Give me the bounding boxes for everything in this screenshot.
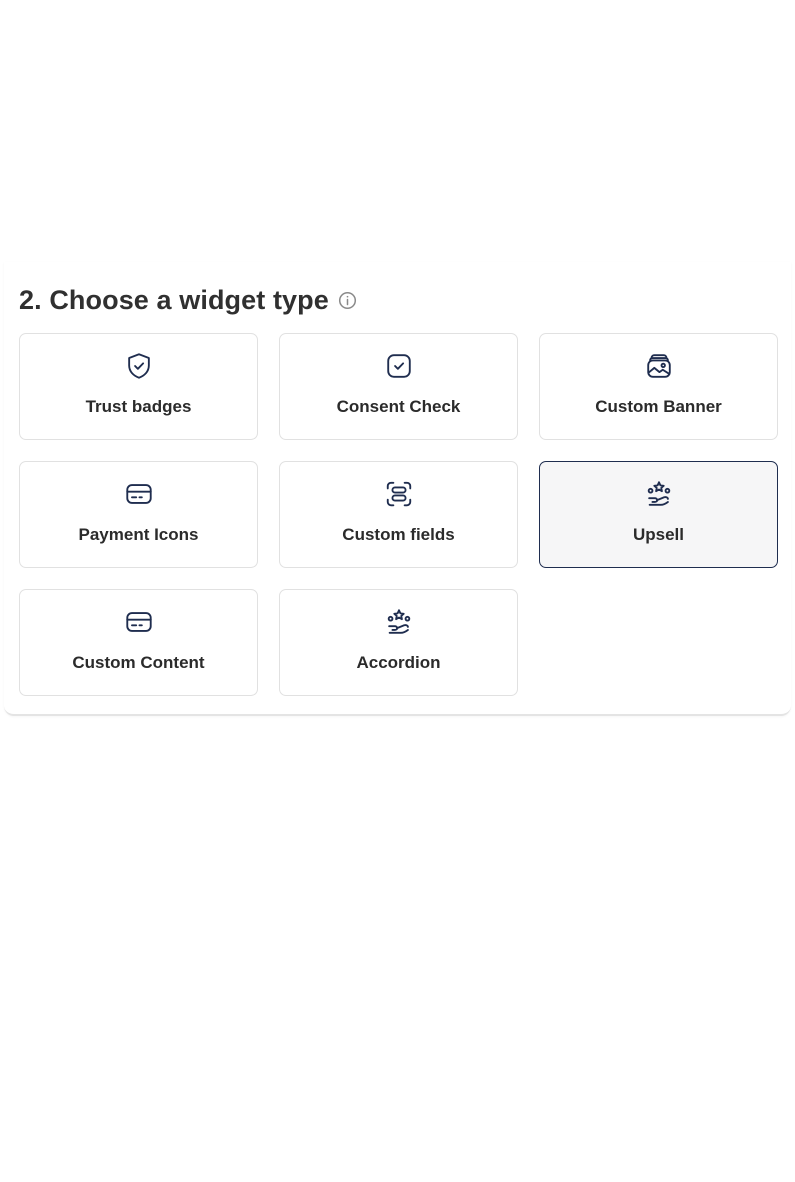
wallet-image-icon — [643, 350, 675, 382]
widget-card-label: Trust badges — [85, 397, 192, 416]
widget-card-label: Custom Banner — [595, 397, 722, 416]
widget-card-label: Upsell — [632, 525, 685, 544]
credit-card-icon — [123, 606, 155, 638]
widget-card-label: Custom Content — [72, 653, 205, 672]
widget-card-label: Accordion — [356, 653, 441, 672]
checkbox-check-icon — [383, 350, 415, 382]
widget-card-label: Payment Icons — [78, 525, 199, 544]
widget-card-custom-banner[interactable]: Custom Banner — [539, 333, 778, 440]
credit-card-icon — [123, 478, 155, 510]
widget-card-label: Custom fields — [342, 525, 455, 544]
info-circle-icon[interactable] — [338, 291, 357, 310]
widget-card-payment-icons[interactable]: Payment Icons — [19, 461, 258, 568]
widget-card-accordion[interactable]: Accordion — [279, 589, 518, 696]
widget-card-label: Consent Check — [336, 397, 461, 416]
widget-card-upsell[interactable]: Upsell — [539, 461, 778, 568]
stars-hand-icon — [383, 606, 415, 638]
widget-type-panel: 2. Choose a widget type Trust badges Con… — [4, 262, 791, 716]
section-title: 2. Choose a widget type — [19, 285, 329, 315]
widget-card-custom-fields[interactable]: Custom fields — [279, 461, 518, 568]
widget-card-custom-content[interactable]: Custom Content — [19, 589, 258, 696]
section-header: 2. Choose a widget type — [19, 284, 357, 316]
widget-card-consent-check[interactable]: Consent Check — [279, 333, 518, 440]
stars-hand-icon — [643, 478, 675, 510]
shield-check-icon — [123, 350, 155, 382]
widget-type-grid: Trust badges Consent Check Custom Banner… — [19, 333, 778, 696]
form-fields-icon — [383, 478, 415, 510]
widget-card-trust-badges[interactable]: Trust badges — [19, 333, 258, 440]
